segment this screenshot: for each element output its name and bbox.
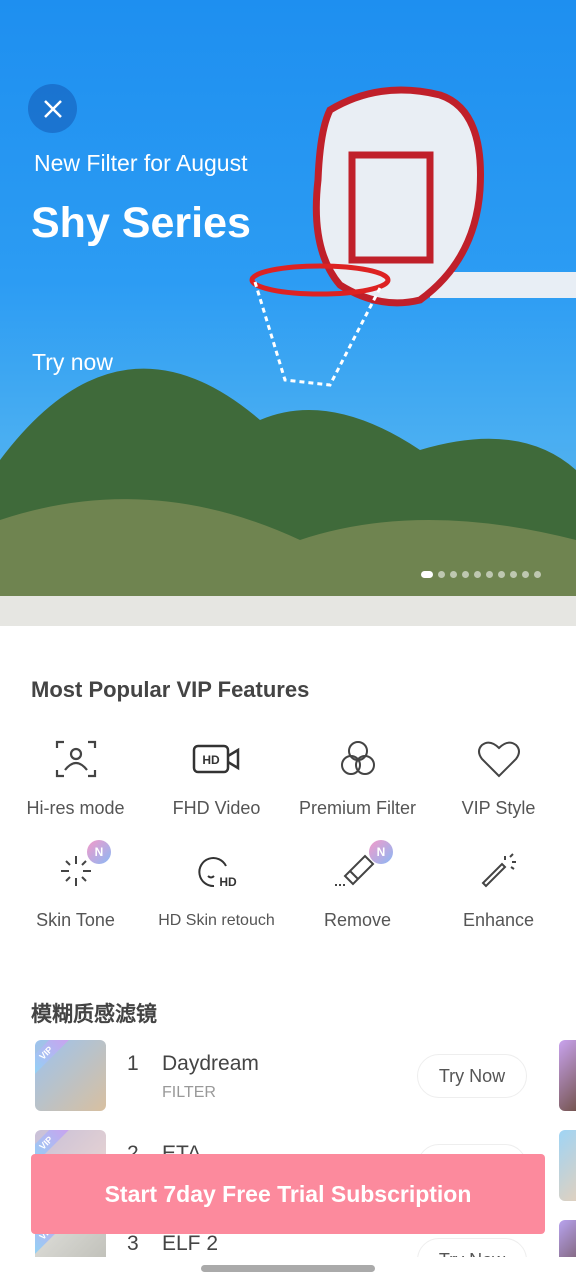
promo-banner[interactable]: New Filter for August Shy Series Try now [0,0,576,626]
carousel-dot[interactable] [498,571,505,578]
filter-name: Daydream [162,1052,259,1075]
feature-hd-skin-retouch[interactable]: HD HD Skin retouch [146,842,287,946]
carousel-dot[interactable] [421,571,433,578]
carousel-dot[interactable] [486,571,493,578]
filter-category: FILTER [162,1084,216,1101]
filter-circles-icon [340,741,375,775]
carousel-dot[interactable] [510,571,517,578]
new-badge: N [87,840,111,864]
close-button[interactable] [28,84,77,133]
feature-enhance[interactable]: Enhance [428,842,569,946]
filter-thumbnail: VIP [35,1040,106,1111]
feature-hi-res-mode[interactable]: Hi-res mode [5,730,146,834]
home-indicator[interactable] [201,1265,375,1272]
filter-rank: 1 [127,1052,139,1075]
heart-icon [477,741,520,778]
next-filter-thumbnail[interactable] [559,1220,576,1257]
banner-title: Shy Series [31,199,251,247]
carousel-dot[interactable] [462,571,469,578]
feature-skin-tone[interactable]: N Skin Tone [5,840,146,946]
features-grid: Hi-res mode HD FHD Video Premium Filter … [5,730,571,946]
carousel-dot[interactable] [474,571,481,578]
carousel-indicator [421,571,541,578]
svg-text:HD: HD [202,753,220,767]
next-filter-thumbnail[interactable] [559,1040,576,1111]
hd-video-icon: HD [192,744,239,774]
next-filter-thumbnail[interactable] [559,1130,576,1201]
carousel-dot[interactable] [450,571,457,578]
carousel-dot[interactable] [522,571,529,578]
feature-vip-style[interactable]: VIP Style [428,730,569,834]
features-title: Most Popular VIP Features [31,677,310,702]
feature-fhd-video[interactable]: HD FHD Video [146,730,287,834]
vip-badge: VIP [35,1040,69,1076]
svg-text:HD: HD [219,875,237,889]
try-now-button[interactable]: Try Now [417,1054,527,1098]
filter-name: ELF 2 [162,1232,219,1255]
try-now-button[interactable]: Try Now [417,1238,527,1257]
hd-face-icon: HD [197,857,237,889]
magic-wand-icon [481,853,516,888]
feature-premium-filter[interactable]: Premium Filter [287,730,428,834]
filters-section-title: 模糊质感滤镜 [31,1003,157,1026]
filter-row[interactable]: VIP 1 Daydream FILTER Try Now [35,1040,576,1112]
face-scan-icon [55,740,96,778]
new-badge: N [369,840,393,864]
banner-subtitle: New Filter for August [34,150,248,176]
banner-try-now-link[interactable]: Try now [32,349,113,376]
close-icon [43,99,62,118]
carousel-dot[interactable] [438,571,445,578]
start-free-trial-button[interactable]: Start 7day Free Trial Subscription [31,1154,545,1234]
feature-remove[interactable]: N Remove [287,840,428,946]
banner-image [0,86,576,626]
filter-rank: 3 [127,1232,139,1255]
carousel-dot[interactable] [534,571,541,578]
